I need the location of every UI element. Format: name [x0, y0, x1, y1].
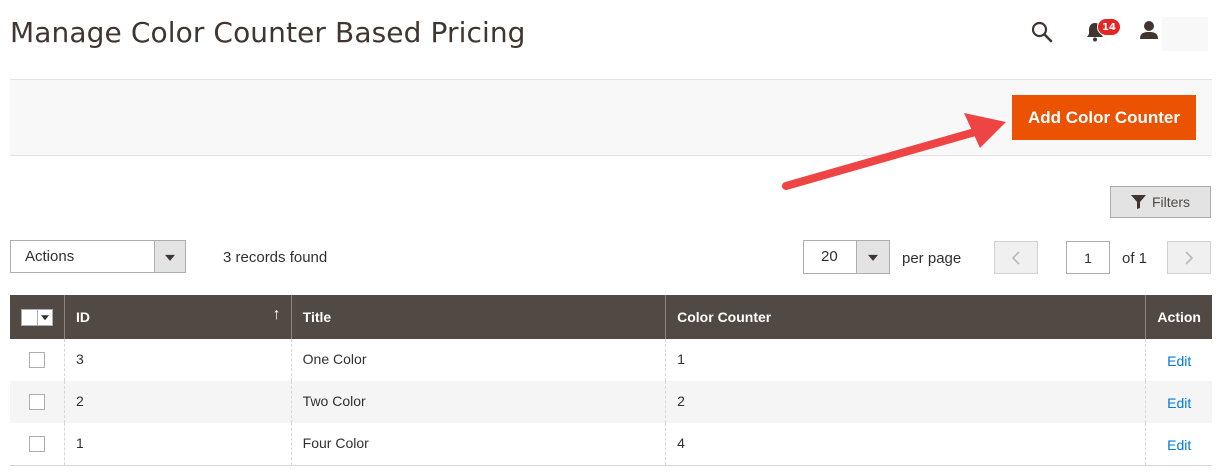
- funnel-icon: [1130, 195, 1146, 209]
- row-checkbox[interactable]: [29, 352, 45, 368]
- cell-title: One Color: [290, 339, 666, 381]
- search-button[interactable]: [1030, 20, 1054, 44]
- chevron-down-icon: [165, 254, 175, 261]
- table-row: 3 One Color 1 Edit: [10, 339, 1212, 381]
- user-account-button[interactable]: [1138, 19, 1160, 43]
- cell-id: 3: [64, 339, 292, 381]
- current-page-input[interactable]: [1066, 241, 1110, 274]
- search-icon: [1031, 21, 1053, 43]
- sort-ascending-icon: ↑: [272, 306, 281, 323]
- column-header-action: Action: [1145, 295, 1212, 339]
- user-name-placeholder[interactable]: [1162, 17, 1208, 51]
- row-checkbox[interactable]: [29, 436, 45, 452]
- cell-title: Two Color: [290, 381, 666, 423]
- filters-label: Filters: [1151, 194, 1191, 210]
- column-header-id[interactable]: ID ↑: [64, 295, 292, 339]
- chevron-down-icon: [41, 315, 49, 321]
- add-color-counter-button[interactable]: Add Color Counter: [1012, 95, 1196, 140]
- cell-color-counter: 1: [665, 339, 1146, 381]
- table-row: 1 Four Color 4 Edit: [10, 423, 1212, 466]
- chevron-right-icon: [1185, 250, 1194, 265]
- cell-action: Edit: [1145, 423, 1212, 466]
- row-select-cell: [10, 423, 65, 466]
- per-page-select[interactable]: 20: [803, 240, 890, 274]
- row-checkbox[interactable]: [29, 394, 45, 410]
- column-header-id-label: ID: [76, 309, 90, 325]
- chevron-left-icon: [1011, 250, 1020, 265]
- page-title: Manage Color Counter Based Pricing: [10, 16, 526, 49]
- mass-select-checkbox[interactable]: [21, 308, 53, 326]
- next-page-button[interactable]: [1167, 241, 1211, 274]
- mass-actions-select[interactable]: Actions: [10, 240, 186, 273]
- mass-select-header: [10, 295, 65, 339]
- previous-page-button[interactable]: [994, 241, 1038, 274]
- cell-color-counter: 4: [665, 423, 1146, 466]
- chevron-down-icon: [868, 254, 878, 261]
- data-grid: ID ↑ Title Color Counter Action 3 One Co…: [10, 295, 1212, 466]
- cell-title: Four Color: [290, 423, 666, 466]
- user-icon: [1140, 21, 1158, 39]
- column-header-title[interactable]: Title: [290, 295, 666, 339]
- column-header-color-counter[interactable]: Color Counter: [665, 295, 1146, 339]
- per-page-value: 20: [821, 248, 838, 265]
- cell-action: Edit: [1145, 339, 1212, 381]
- grid-header-row: ID ↑ Title Color Counter Action: [10, 295, 1212, 339]
- cell-color-counter: 2: [665, 381, 1146, 423]
- cell-action: Edit: [1145, 381, 1212, 423]
- mass-actions-label: Actions: [25, 248, 75, 265]
- total-pages-label: of 1: [1122, 250, 1148, 267]
- table-row: 2 Two Color 2 Edit: [10, 381, 1212, 423]
- filters-button[interactable]: Filters: [1110, 186, 1211, 218]
- cell-id: 1: [64, 423, 292, 466]
- edit-link[interactable]: Edit: [1167, 395, 1191, 411]
- mass-actions-toggle[interactable]: [154, 241, 185, 272]
- edit-link[interactable]: Edit: [1167, 353, 1191, 369]
- edit-link[interactable]: Edit: [1167, 437, 1191, 453]
- select-all-box[interactable]: [21, 308, 38, 326]
- row-select-cell: [10, 339, 65, 381]
- row-select-cell: [10, 381, 65, 423]
- per-page-toggle[interactable]: [856, 241, 889, 273]
- records-found-count: 3 records found: [223, 249, 328, 266]
- mass-select-dropdown[interactable]: [38, 308, 53, 326]
- notification-count-badge[interactable]: 14: [1097, 18, 1121, 36]
- cell-id: 2: [64, 381, 292, 423]
- per-page-label: per page: [902, 250, 962, 267]
